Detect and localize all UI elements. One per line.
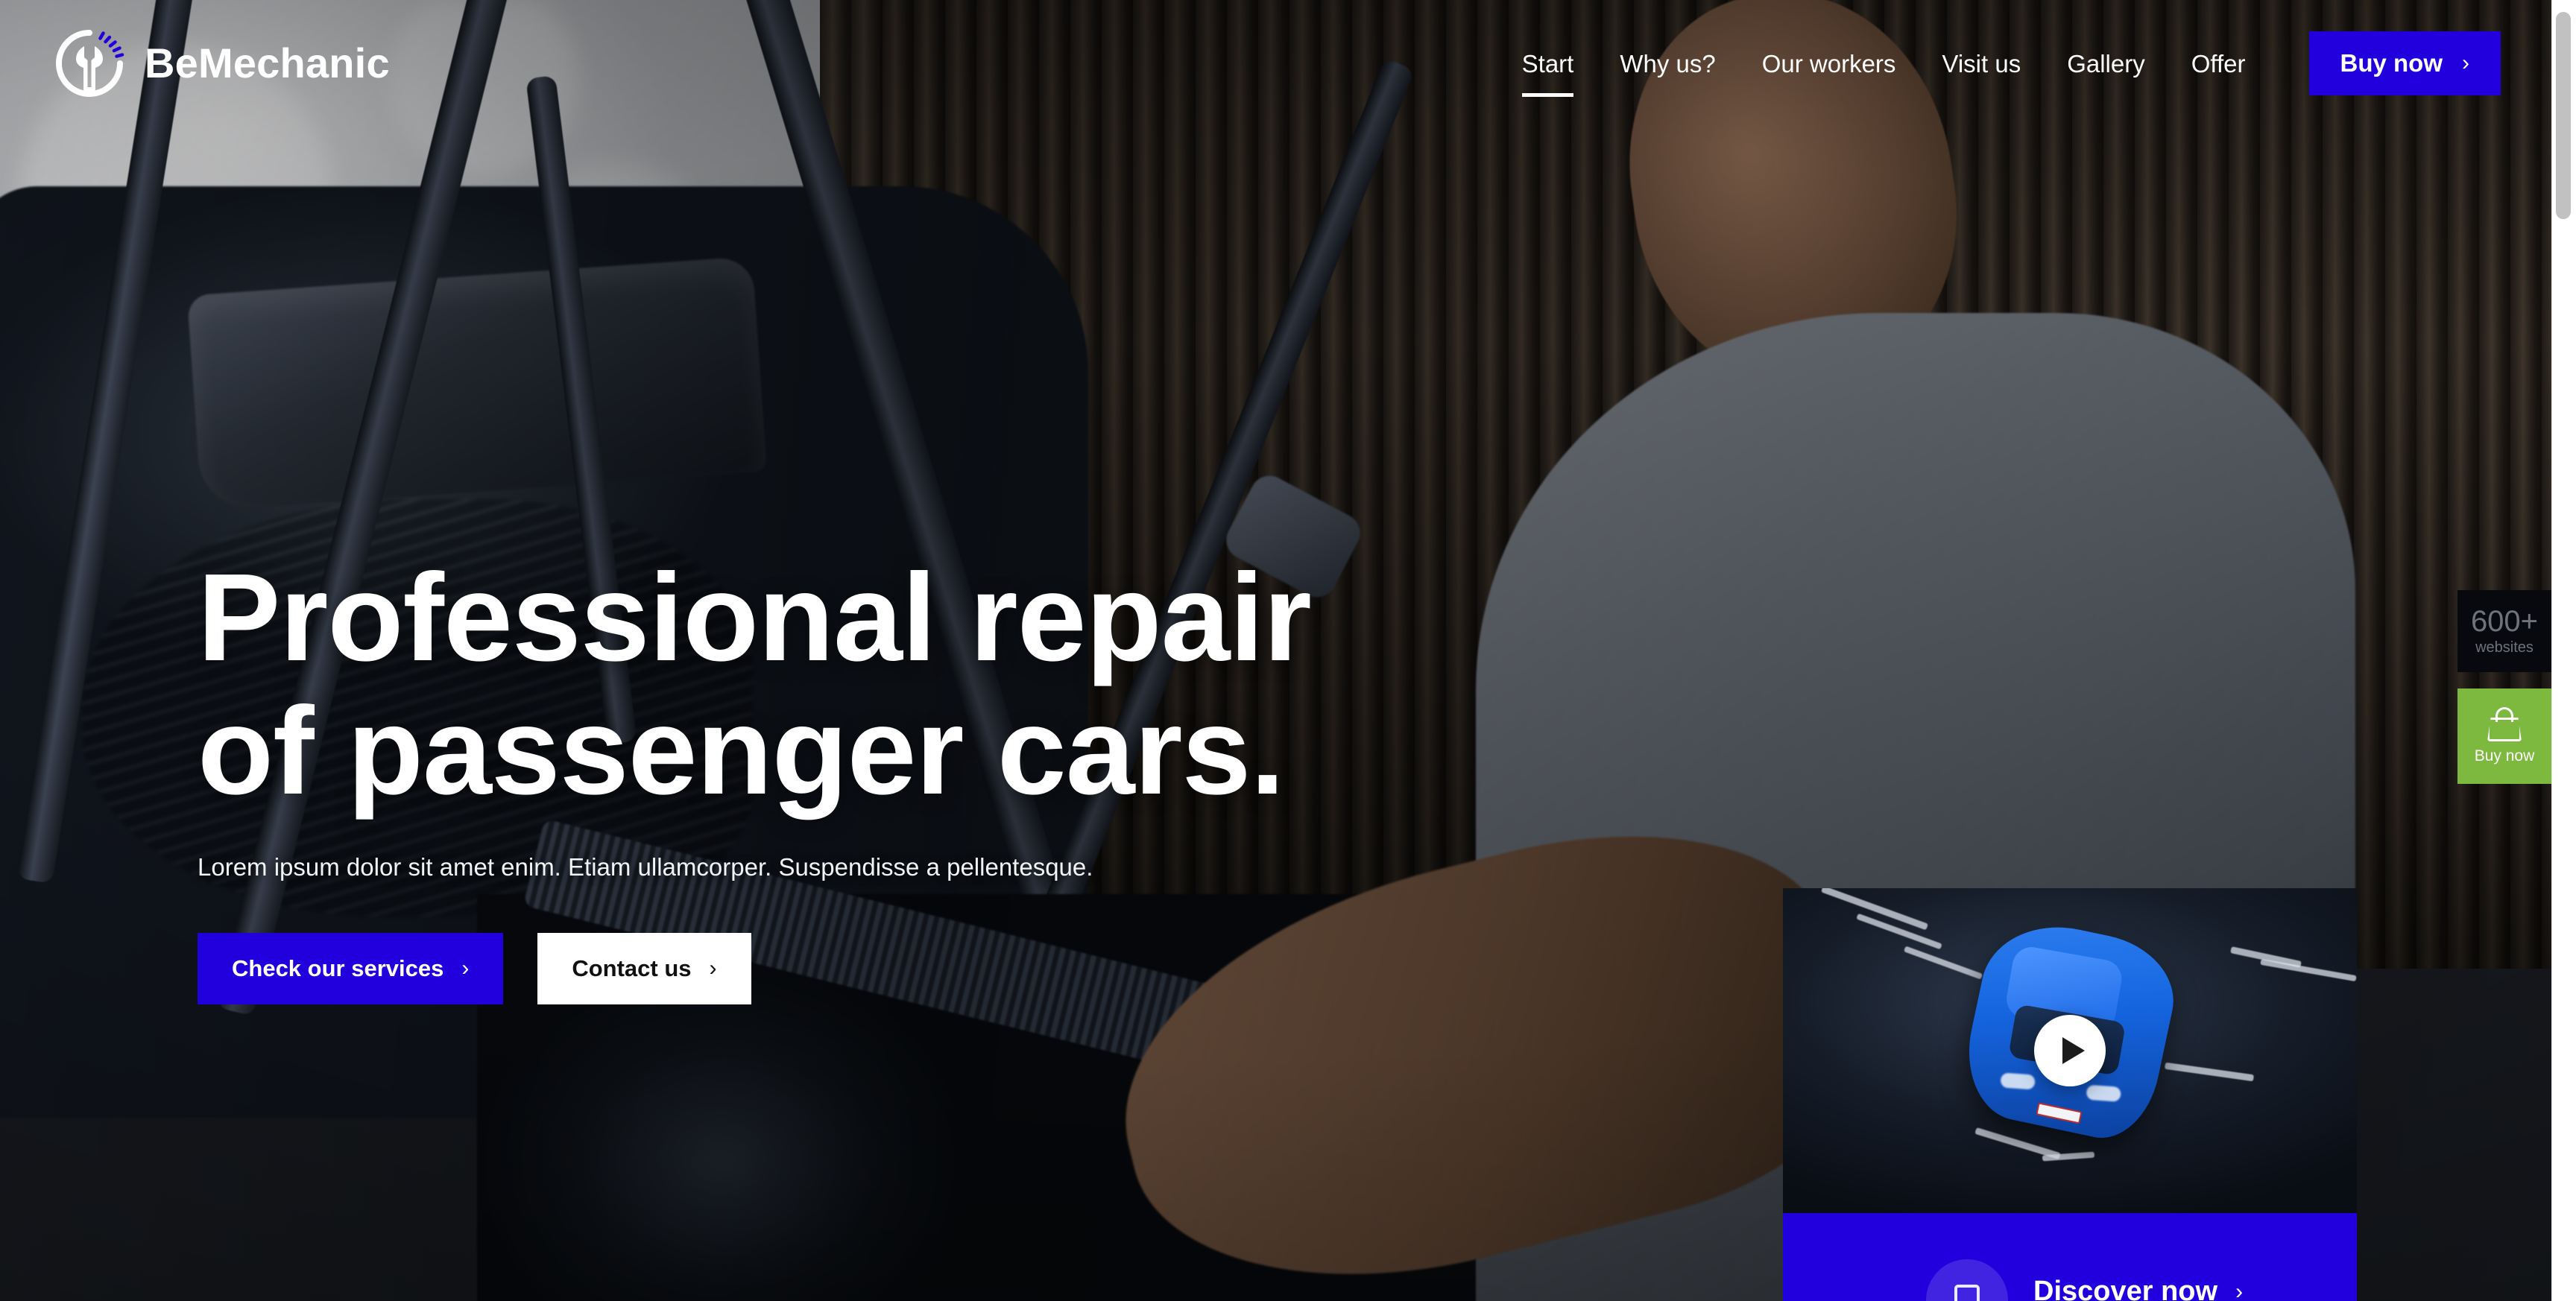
check-our-services-label: Check our services	[232, 955, 444, 982]
hero-title-line-2: of passenger cars.	[198, 681, 1285, 820]
nav-item-why-us[interactable]: Why us?	[1597, 51, 1738, 76]
car-headlight	[2086, 1084, 2121, 1102]
hero-subtitle: Lorem ipsum dolor sit amet enim. Etiam u…	[198, 853, 1093, 881]
sidebar-buy-now-label: Buy now	[2474, 747, 2535, 765]
nav-item-our-workers[interactable]: Our workers	[1739, 51, 1919, 76]
car-license-plate	[2036, 1102, 2083, 1124]
hero-action-buttons: Check our services › Contact us ›	[198, 933, 1480, 1005]
play-triangle-icon	[2062, 1037, 2085, 1064]
check-our-services-button[interactable]: Check our services ›	[198, 933, 504, 1005]
video-thumbnail[interactable]	[1783, 888, 2357, 1213]
hero-title: Professional repair of passenger cars.	[198, 551, 1480, 817]
vertical-scrollbar-thumb[interactable]	[2556, 12, 2571, 219]
websites-count-value: 600+	[2470, 604, 2539, 638]
site-header: BeMechanic Start Why us? Our workers Vis…	[0, 0, 2551, 127]
chevron-right-icon: ›	[709, 956, 717, 981]
brand-logo[interactable]: BeMechanic	[54, 28, 390, 99]
hero-title-line-1: Professional repair	[198, 548, 1312, 687]
header-buy-now-label: Buy now	[2340, 49, 2443, 77]
wrench-circle-logo-icon	[54, 28, 125, 99]
nav-item-gallery[interactable]: Gallery	[2044, 51, 2168, 76]
sidebar-buy-now-widget[interactable]: Buy now	[2457, 689, 2551, 784]
chevron-right-icon: ›	[2235, 1279, 2244, 1301]
main-navigation: Start Why us? Our workers Visit us Galle…	[1499, 31, 2551, 97]
play-video-button[interactable]	[2034, 1015, 2106, 1086]
header-buy-now-button[interactable]: Buy now ›	[2308, 31, 2501, 95]
nav-item-visit-us[interactable]: Visit us	[1919, 51, 2044, 76]
discover-now-label-group: Discover now ›	[2033, 1276, 2243, 1301]
vertical-scrollbar-track[interactable]	[2551, 0, 2576, 1301]
document-icon	[1926, 1259, 2008, 1301]
chevron-right-icon: ›	[461, 956, 470, 981]
discover-now-bar[interactable]: Discover now ›	[1783, 1213, 2357, 1301]
road-marking	[2164, 1062, 2255, 1082]
websites-count-label: websites	[2475, 639, 2534, 656]
nav-item-start[interactable]: Start	[1499, 51, 1597, 97]
discover-now-label: Discover now	[2033, 1276, 2218, 1301]
car-headlight	[2000, 1072, 2036, 1090]
shopping-bag-icon	[2484, 707, 2525, 741]
road-marking	[1903, 946, 1983, 980]
brand-name: BeMechanic	[145, 39, 390, 86]
nav-item-offer[interactable]: Offer	[2168, 51, 2269, 76]
contact-us-button[interactable]: Contact us ›	[537, 933, 751, 1005]
websites-count-badge: 600+ websites	[2457, 590, 2551, 672]
road-marking	[2260, 958, 2357, 982]
hero-content: Professional repair of passenger cars. L…	[198, 551, 1480, 1005]
contact-us-label: Contact us	[572, 955, 692, 982]
video-promo-card[interactable]: Discover now ›	[1783, 888, 2357, 1301]
chevron-right-icon: ›	[2462, 51, 2469, 75]
